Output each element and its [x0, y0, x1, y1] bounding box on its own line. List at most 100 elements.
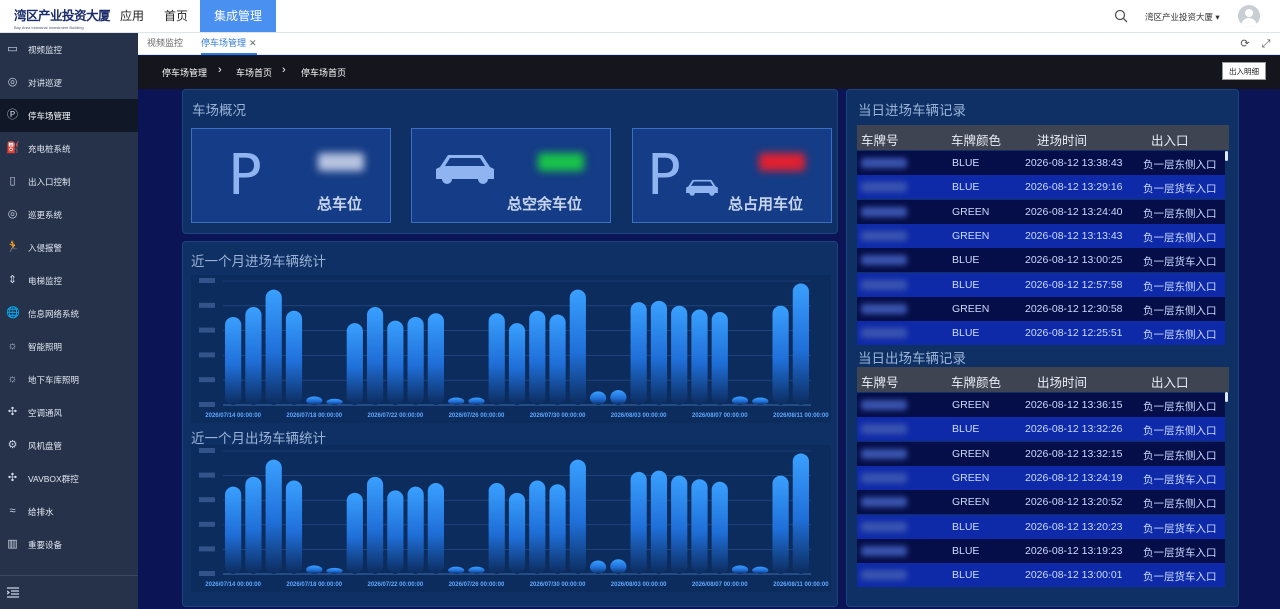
- table-row[interactable]: GREEN 2026-08-12 13:32:15 负一层东侧入口: [857, 441, 1225, 466]
- sidebar-item-access[interactable]: ▯ 出入口控制: [0, 165, 138, 198]
- chart-bar[interactable]: [630, 471, 647, 574]
- chart-bar[interactable]: [366, 476, 384, 574]
- sidebar-item-vavbox[interactable]: ✣ VAVBOX群控: [0, 462, 138, 495]
- nav-integration[interactable]: 集成管理: [200, 0, 277, 32]
- chart-bar[interactable]: [225, 486, 242, 574]
- table-row[interactable]: BLUE 2026-08-12 12:57:58 负一层东侧入口: [857, 272, 1225, 297]
- chart-bar[interactable]: [772, 305, 789, 405]
- chart-bar[interactable]: [285, 480, 303, 574]
- chart-bar[interactable]: [569, 289, 586, 405]
- chart-bar[interactable]: [650, 300, 668, 405]
- chart-bar[interactable]: [468, 566, 485, 574]
- chart-bar[interactable]: [549, 484, 566, 574]
- chart-bar[interactable]: [265, 289, 282, 405]
- chart-bar[interactable]: [610, 390, 627, 405]
- chart-bar[interactable]: [691, 479, 708, 574]
- chart-bar[interactable]: [610, 559, 627, 574]
- chart-bar[interactable]: [711, 481, 728, 574]
- table-row[interactable]: BLUE 2026-08-12 13:19:23 负一层货车入口: [857, 538, 1225, 563]
- table-row[interactable]: GREEN 2026-08-12 13:13:43 负一层东侧入口: [857, 223, 1225, 248]
- refresh-icon[interactable]: ⟳: [1239, 38, 1251, 50]
- chart-bar[interactable]: [488, 313, 505, 405]
- table-row[interactable]: BLUE 2026-08-12 13:32:26 负一层东侧入口: [857, 417, 1225, 442]
- chart-bar[interactable]: [326, 567, 343, 574]
- chart-bar[interactable]: [346, 323, 363, 405]
- chart-bar[interactable]: [752, 397, 769, 405]
- table-row[interactable]: GREEN 2026-08-12 13:24:40 负一层东侧入口: [857, 199, 1225, 224]
- chart-bar[interactable]: [792, 283, 809, 405]
- chart-bar[interactable]: [549, 314, 566, 405]
- sidebar-item-equipment[interactable]: ▥ 重要设备: [0, 528, 138, 561]
- chart-bar[interactable]: [752, 566, 769, 574]
- sidebar-item-fan-coil[interactable]: ⚙ 风机盘管: [0, 429, 138, 462]
- chart-bar[interactable]: [366, 307, 384, 405]
- chart-bar[interactable]: [427, 313, 445, 405]
- sidebar-item-elevator[interactable]: ⇕ 电梯监控: [0, 264, 138, 297]
- menu-collapse-icon[interactable]: [7, 587, 19, 598]
- chart-bar[interactable]: [245, 476, 262, 574]
- sidebar-item-intrusion[interactable]: 🏃 入侵报警: [0, 231, 138, 264]
- chart-bar[interactable]: [285, 310, 303, 405]
- sidebar-item-charger[interactable]: ⛽ 充电桩系统: [0, 132, 138, 165]
- chart-bar[interactable]: [589, 391, 607, 405]
- chart-bar[interactable]: [448, 566, 465, 574]
- scrollbar[interactable]: [1225, 392, 1228, 402]
- chart-bar[interactable]: [630, 302, 647, 405]
- breadcrumb-item[interactable]: 停车场管理: [162, 66, 207, 79]
- chart-bar[interactable]: [407, 486, 424, 574]
- sidebar-item-network[interactable]: 🌐 信息网络系统: [0, 297, 138, 330]
- chart-bar[interactable]: [731, 565, 749, 574]
- search-icon[interactable]: [1114, 9, 1128, 23]
- chart-bar[interactable]: [306, 396, 323, 405]
- chart-bar[interactable]: [306, 565, 323, 574]
- sidebar-item-patrol[interactable]: ◎ 巡更系统: [0, 198, 138, 231]
- chart-bar[interactable]: [448, 397, 465, 405]
- table-row[interactable]: BLUE 2026-08-12 13:29:16 负一层货车入口: [857, 175, 1225, 200]
- chart-bar[interactable]: [387, 320, 404, 405]
- chart-bar[interactable]: [569, 459, 586, 574]
- sidebar-item-intercom[interactable]: ◎ 对讲巡逻: [0, 66, 138, 99]
- chart-bar[interactable]: [691, 309, 708, 405]
- chart-bar[interactable]: [387, 490, 404, 574]
- sidebar-item-video[interactable]: ▭ 视频监控: [0, 33, 138, 66]
- chart-bar[interactable]: [265, 459, 282, 574]
- chart-bar[interactable]: [508, 492, 526, 574]
- table-row[interactable]: GREEN 2026-08-12 13:24:19 负一层货车入口: [857, 465, 1225, 490]
- table-row[interactable]: BLUE 2026-08-12 12:25:51 负一层东侧入口: [857, 321, 1225, 346]
- chart-bar[interactable]: [488, 482, 505, 574]
- sidebar-item-parking[interactable]: Ⓟ 停车场管理: [0, 99, 138, 132]
- tab-video[interactable]: 视频监控: [147, 33, 183, 55]
- chart-bar[interactable]: [671, 305, 688, 405]
- sidebar-item-water[interactable]: ≈ 给排水: [0, 495, 138, 528]
- scrollbar[interactable]: [1225, 151, 1228, 161]
- sidebar-item-lighting[interactable]: ☼ 智能照明: [0, 330, 138, 363]
- chart-bar[interactable]: [589, 560, 607, 574]
- table-row[interactable]: BLUE 2026-08-12 13:00:01 负一层货车入口: [857, 563, 1225, 588]
- nav-apps[interactable]: 应用: [110, 0, 154, 32]
- chart-bar[interactable]: [245, 307, 262, 405]
- chart-bar[interactable]: [529, 310, 546, 405]
- chart-bar[interactable]: [529, 480, 546, 574]
- table-row[interactable]: GREEN 2026-08-12 12:30:58 负一层东侧入口: [857, 296, 1225, 321]
- io-detail-button[interactable]: 出入明细: [1222, 62, 1266, 80]
- chart-bar[interactable]: [792, 453, 809, 574]
- chart-bar[interactable]: [326, 398, 343, 405]
- nav-home[interactable]: 首页: [154, 0, 198, 32]
- logo[interactable]: 湾区产业投资大厦 Bay Area Industrial Investment …: [14, 5, 114, 30]
- chart-bar[interactable]: [225, 316, 242, 405]
- table-row[interactable]: BLUE 2026-08-12 13:00:25 负一层货车入口: [857, 248, 1225, 273]
- table-row[interactable]: GREEN 2026-08-12 13:20:52 负一层东侧入口: [857, 490, 1225, 515]
- tab-parking[interactable]: 停车场管理 ✕: [201, 33, 257, 55]
- chart-bar[interactable]: [671, 475, 688, 574]
- chart-bar[interactable]: [772, 475, 789, 574]
- fullscreen-icon[interactable]: ⤢: [1260, 38, 1272, 50]
- chart-bar[interactable]: [711, 312, 728, 405]
- chart-bar[interactable]: [650, 470, 668, 574]
- table-row[interactable]: BLUE 2026-08-12 13:20:23 负一层货车入口: [857, 514, 1225, 539]
- sidebar-item-hvac[interactable]: ✣ 空调通风: [0, 396, 138, 429]
- chart-bar[interactable]: [468, 397, 485, 405]
- chart-bar[interactable]: [508, 323, 526, 405]
- close-icon[interactable]: ✕: [249, 38, 257, 48]
- table-row[interactable]: GREEN 2026-08-12 13:36:15 负一层东侧入口: [857, 393, 1225, 417]
- chart-bar[interactable]: [731, 396, 749, 405]
